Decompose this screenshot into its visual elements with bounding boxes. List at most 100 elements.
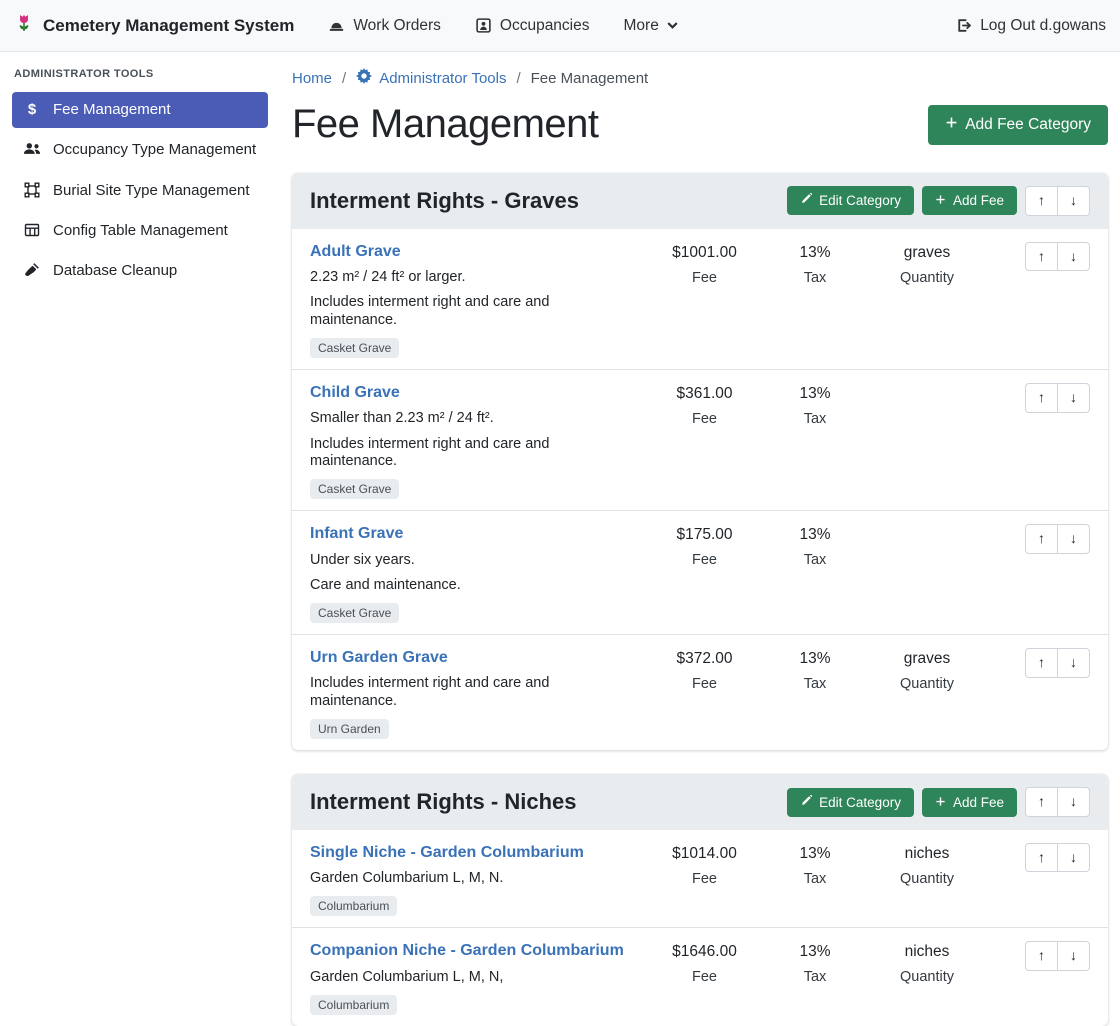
section-body: Adult Grave 2.23 m² / 24 ft² or larger. I…	[292, 229, 1108, 751]
fee-amount-cell: $1001.00 Fee	[647, 242, 762, 286]
arrow-down-icon: ↓	[1070, 849, 1077, 865]
move-fee-up-button[interactable]: ↑	[1025, 383, 1058, 413]
add-fee-button[interactable]: Add Fee	[922, 788, 1017, 817]
move-fee-up-button[interactable]: ↑	[1025, 242, 1058, 272]
sections: Interment Rights - Graves Edit Category …	[292, 173, 1108, 1026]
add-fee-label: Add Fee	[953, 795, 1004, 810]
sidebar-item-burial-site-type-management[interactable]: Burial Site Type Management	[12, 173, 268, 209]
fee-amount-cell: $1014.00 Fee	[647, 843, 762, 887]
gear-icon	[356, 68, 372, 88]
fee-description: Garden Columbarium L, M, N.	[310, 870, 639, 887]
fee-info: Infant Grave Under six years. Care and ma…	[310, 524, 639, 623]
broom-icon	[22, 262, 42, 278]
move-fee-up-button[interactable]: ↑	[1025, 648, 1058, 678]
move-category-up-button[interactable]: ↑	[1025, 186, 1058, 216]
logout-link[interactable]: Log Out d.gowans	[955, 17, 1106, 35]
quantity-value: graves	[868, 650, 986, 668]
fee-tag: Casket Grave	[310, 338, 399, 358]
breadcrumb-home[interactable]: Home	[292, 70, 332, 87]
sidebar-item-label: Database Cleanup	[53, 261, 177, 281]
fee-tax-cell: 13% Tax	[770, 941, 860, 985]
fee-name[interactable]: Urn Garden Grave	[310, 648, 448, 667]
fee-reorder-cell: ↑ ↓	[994, 383, 1090, 413]
people-icon	[22, 141, 42, 156]
nav-occupancies[interactable]: Occupancies	[475, 17, 590, 35]
occupancy-icon	[475, 17, 492, 34]
fee-tag: Columbarium	[310, 995, 397, 1015]
fee-amount: $372.00	[647, 650, 762, 668]
breadcrumb-admin-tools-label: Administrator Tools	[379, 70, 506, 87]
fee-amount-cell: $372.00 Fee	[647, 648, 762, 692]
quantity-value: graves	[868, 244, 986, 262]
tax-label: Tax	[770, 676, 860, 692]
quantity-value: niches	[868, 943, 986, 961]
move-fee-down-button[interactable]: ↓	[1057, 941, 1090, 971]
sidebar-items: $Fee Management Occupancy Type Management…	[12, 92, 268, 289]
move-fee-down-button[interactable]: ↓	[1057, 383, 1090, 413]
fee-tax-cell: 13% Tax	[770, 242, 860, 286]
main-content: Home / Administrator Tools / Fee Managem…	[280, 52, 1120, 939]
logout-icon	[955, 17, 972, 34]
fee-description: Care and maintenance.	[310, 577, 639, 594]
sidebar-item-database-cleanup[interactable]: Database Cleanup	[12, 253, 268, 289]
edit-category-button[interactable]: Edit Category	[787, 788, 914, 817]
add-fee-category-label: Add Fee Category	[965, 116, 1091, 134]
move-fee-up-button[interactable]: ↑	[1025, 843, 1058, 873]
arrow-down-icon: ↓	[1070, 248, 1077, 264]
edit-category-button[interactable]: Edit Category	[787, 186, 914, 215]
arrow-down-icon: ↓	[1070, 192, 1077, 208]
section-actions: Edit Category Add Fee ↑ ↓	[787, 186, 1090, 216]
section-body: Single Niche - Garden Columbarium Garden…	[292, 830, 1108, 1026]
app-brand[interactable]: Cemetery Management System	[14, 13, 294, 38]
tax-label: Tax	[770, 411, 860, 427]
add-fee-button[interactable]: Add Fee	[922, 186, 1017, 215]
fee-name[interactable]: Adult Grave	[310, 242, 401, 261]
fee-reorder-group: ↑ ↓	[1025, 941, 1090, 971]
fee-name[interactable]: Single Niche - Garden Columbarium	[310, 843, 584, 862]
tax-value: 13%	[770, 385, 860, 403]
plot-frame-icon	[22, 182, 42, 198]
move-fee-down-button[interactable]: ↓	[1057, 843, 1090, 873]
tax-value: 13%	[770, 526, 860, 544]
move-fee-down-button[interactable]: ↓	[1057, 524, 1090, 554]
tax-value: 13%	[770, 650, 860, 668]
page-title: Fee Management	[292, 102, 599, 147]
move-fee-up-button[interactable]: ↑	[1025, 524, 1058, 554]
logout-label: Log Out d.gowans	[980, 17, 1106, 35]
hard-hat-icon	[328, 17, 345, 34]
move-category-up-button[interactable]: ↑	[1025, 787, 1058, 817]
sidebar-item-fee-management[interactable]: $Fee Management	[12, 92, 268, 128]
arrow-down-icon: ↓	[1070, 793, 1077, 809]
category-reorder-group: ↑ ↓	[1025, 186, 1090, 216]
arrow-up-icon: ↑	[1038, 389, 1045, 405]
fee-name[interactable]: Child Grave	[310, 383, 400, 402]
tax-value: 13%	[770, 943, 860, 961]
fee-name[interactable]: Infant Grave	[310, 524, 403, 543]
move-category-down-button[interactable]: ↓	[1057, 186, 1090, 216]
nav-more[interactable]: More	[624, 17, 678, 35]
fee-reorder-cell: ↑ ↓	[994, 843, 1090, 873]
fee-name[interactable]: Companion Niche - Garden Columbarium	[310, 941, 624, 960]
breadcrumb-admin-tools[interactable]: Administrator Tools	[356, 68, 506, 88]
sidebar-item-occupancy-type-management[interactable]: Occupancy Type Management	[12, 132, 268, 168]
pencil-icon	[800, 193, 812, 208]
top-navbar: Cemetery Management System Work Orders O…	[0, 0, 1120, 52]
arrow-up-icon: ↑	[1038, 793, 1045, 809]
fee-description: 2.23 m² / 24 ft² or larger.	[310, 269, 639, 286]
nav-more-label: More	[624, 17, 659, 35]
fee-description: Under six years.	[310, 552, 639, 569]
move-fee-down-button[interactable]: ↓	[1057, 648, 1090, 678]
add-fee-category-button[interactable]: Add Fee Category	[928, 105, 1108, 145]
fee-row: Infant Grave Under six years. Care and ma…	[292, 511, 1108, 635]
sidebar-item-config-table-management[interactable]: Config Table Management	[12, 213, 268, 249]
tax-label: Tax	[770, 552, 860, 568]
move-category-down-button[interactable]: ↓	[1057, 787, 1090, 817]
fee-amount-label: Fee	[647, 552, 762, 568]
move-fee-down-button[interactable]: ↓	[1057, 242, 1090, 272]
fee-row: Urn Garden Grave Includes interment righ…	[292, 635, 1108, 750]
nav-work-orders[interactable]: Work Orders	[328, 17, 441, 35]
move-fee-up-button[interactable]: ↑	[1025, 941, 1058, 971]
section-actions: Edit Category Add Fee ↑ ↓	[787, 787, 1090, 817]
fee-description: Garden Columbarium L, M, N,	[310, 969, 639, 986]
fee-category-card: Interment Rights - Niches Edit Category …	[292, 774, 1108, 1026]
